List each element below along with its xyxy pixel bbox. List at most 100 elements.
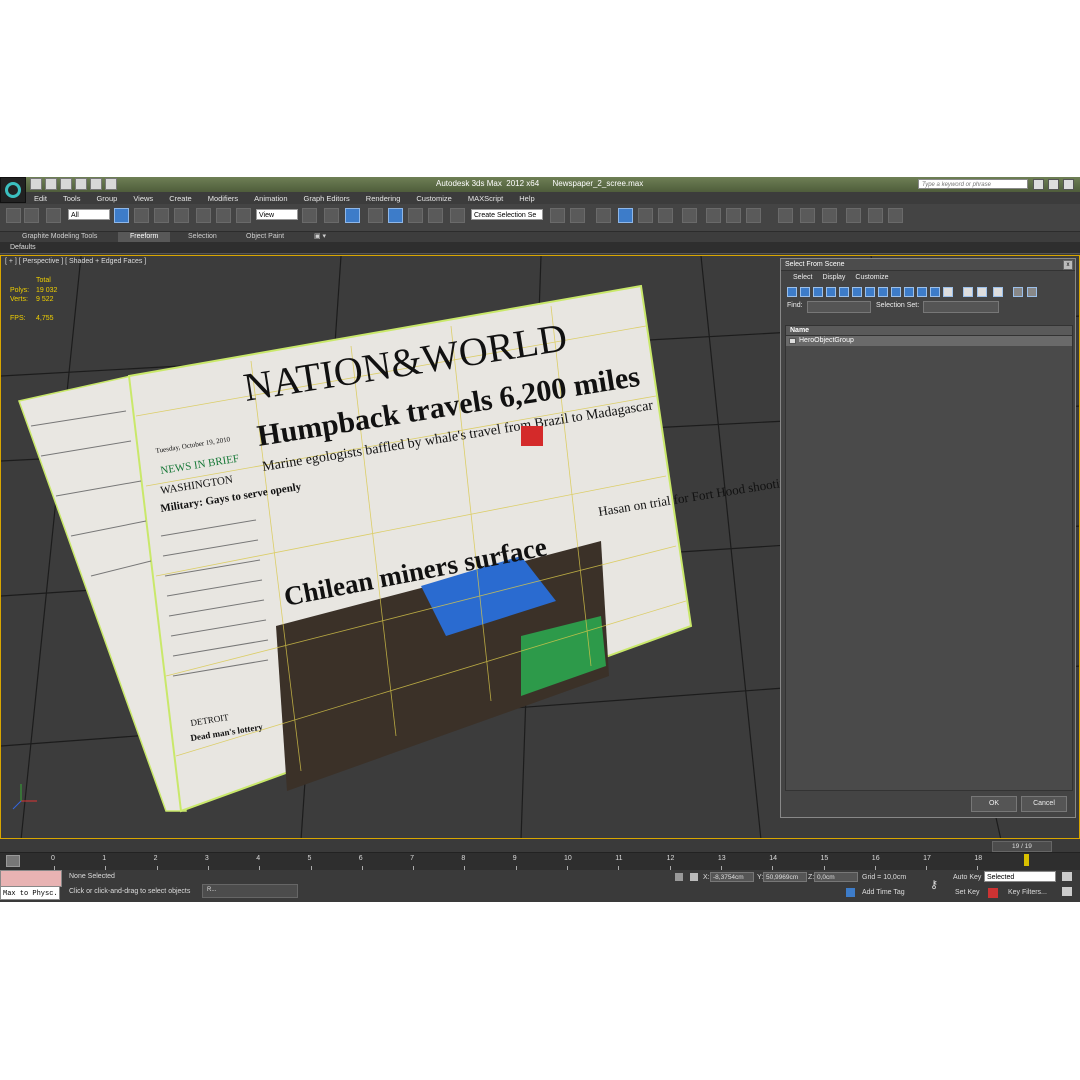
display-helpers-icon[interactable] bbox=[839, 287, 849, 297]
tab-freeform[interactable]: Freeform bbox=[118, 232, 171, 242]
app-logo-button[interactable] bbox=[0, 177, 26, 203]
z-coordinate[interactable]: 0,0cm bbox=[814, 872, 858, 882]
key-mode-dropdown[interactable]: Selected bbox=[984, 871, 1056, 882]
tab-graphite-modeling-tools[interactable]: Graphite Modeling Tools bbox=[22, 232, 97, 242]
display-none-icon[interactable] bbox=[963, 287, 973, 297]
select-object-icon[interactable] bbox=[114, 208, 129, 223]
display-lights-icon[interactable] bbox=[813, 287, 823, 297]
time-marker[interactable] bbox=[1024, 854, 1029, 866]
edit-named-selection-icon[interactable] bbox=[450, 208, 465, 223]
display-shapes-icon[interactable] bbox=[800, 287, 810, 297]
bracket-tool-1-icon[interactable] bbox=[846, 208, 861, 223]
tab-selection[interactable]: Selection bbox=[188, 232, 217, 242]
display-geometry-icon[interactable] bbox=[787, 287, 797, 297]
render-setup-icon[interactable] bbox=[706, 208, 721, 223]
ribbon-options-icon[interactable]: ▣ ▾ bbox=[314, 232, 326, 242]
undo-icon[interactable] bbox=[75, 178, 87, 190]
ok-button[interactable]: OK bbox=[971, 796, 1017, 812]
scene-object-list[interactable]: Name HeroObjectGroup bbox=[785, 325, 1073, 791]
menu-tools[interactable]: Tools bbox=[55, 192, 89, 204]
percent-snap-icon[interactable] bbox=[408, 208, 423, 223]
viewport-label[interactable]: [ + ] [ Perspective ] [ Shaded + Edged F… bbox=[5, 258, 146, 265]
display-all-icon[interactable] bbox=[943, 287, 953, 297]
container-icon[interactable] bbox=[778, 208, 793, 223]
objects-icon[interactable] bbox=[800, 208, 815, 223]
bracket-tool-3-icon[interactable] bbox=[888, 208, 903, 223]
close-icon[interactable]: x bbox=[1063, 260, 1073, 270]
set-key-button[interactable]: Set Key bbox=[955, 889, 980, 896]
cancel-button[interactable]: Cancel bbox=[1021, 796, 1067, 812]
shapes-icon[interactable] bbox=[822, 208, 837, 223]
schematic-view-icon[interactable] bbox=[658, 208, 673, 223]
star-icon[interactable] bbox=[1048, 179, 1059, 190]
move-icon[interactable] bbox=[196, 208, 211, 223]
select-by-name-icon[interactable] bbox=[134, 208, 149, 223]
display-groups-icon[interactable] bbox=[865, 287, 875, 297]
select-and-manipulate-icon[interactable] bbox=[324, 208, 339, 223]
time-tag-icon[interactable] bbox=[846, 888, 855, 897]
menu-edit[interactable]: Edit bbox=[26, 192, 55, 204]
menu-rendering[interactable]: Rendering bbox=[358, 192, 409, 204]
display-frozen-icon[interactable] bbox=[917, 287, 927, 297]
menu-animation[interactable]: Animation bbox=[246, 192, 295, 204]
snaps-toggle-icon[interactable] bbox=[368, 208, 383, 223]
binoculars-icon[interactable] bbox=[1033, 179, 1044, 190]
y-coordinate[interactable]: 50,9969cm bbox=[763, 872, 807, 882]
key-filters-button[interactable]: Key Filters... bbox=[1008, 889, 1047, 896]
display-bones-icon[interactable] bbox=[891, 287, 901, 297]
mirror-icon[interactable] bbox=[550, 208, 565, 223]
lock-icon[interactable] bbox=[675, 873, 683, 881]
save-file-icon[interactable] bbox=[60, 178, 72, 190]
key-icon[interactable]: ⚷ bbox=[930, 878, 938, 891]
menu-graph-editors[interactable]: Graph Editors bbox=[296, 192, 358, 204]
reference-coordinate-dropdown[interactable]: View bbox=[256, 209, 298, 220]
previous-frame-icon[interactable] bbox=[1062, 887, 1072, 896]
display-xrefs-icon[interactable] bbox=[878, 287, 888, 297]
rendered-frame-window-icon[interactable] bbox=[726, 208, 741, 223]
menu-customize[interactable]: Customize bbox=[408, 192, 459, 204]
redo-icon[interactable] bbox=[90, 178, 102, 190]
list-item[interactable]: HeroObjectGroup bbox=[786, 336, 1072, 346]
display-spacewarps-icon[interactable] bbox=[852, 287, 862, 297]
add-time-tag[interactable]: Add Time Tag bbox=[862, 889, 905, 896]
menu-help[interactable]: Help bbox=[511, 192, 542, 204]
layer-manager-icon[interactable] bbox=[596, 208, 611, 223]
go-to-start-icon[interactable] bbox=[1062, 872, 1072, 881]
render-production-icon[interactable] bbox=[746, 208, 761, 223]
display-cameras-icon[interactable] bbox=[826, 287, 836, 297]
spinner-snap-icon[interactable] bbox=[428, 208, 443, 223]
menu-modifiers[interactable]: Modifiers bbox=[200, 192, 246, 204]
menu-group[interactable]: Group bbox=[88, 192, 125, 204]
menu-maxscript[interactable]: MAXScript bbox=[460, 192, 511, 204]
absolute-mode-icon[interactable] bbox=[690, 873, 698, 881]
tab-object-paint[interactable]: Object Paint bbox=[246, 232, 284, 242]
set-key-icon[interactable] bbox=[988, 888, 998, 898]
menu-views[interactable]: Views bbox=[125, 192, 161, 204]
open-file-icon[interactable] bbox=[45, 178, 57, 190]
dialog-menu-customize[interactable]: Customize bbox=[855, 271, 888, 285]
filter-options-icon[interactable] bbox=[1027, 287, 1037, 297]
search-input[interactable]: Type a keyword or phrase bbox=[918, 179, 1028, 189]
new-file-icon[interactable] bbox=[30, 178, 42, 190]
help-icon[interactable] bbox=[1063, 179, 1074, 190]
unlink-icon[interactable] bbox=[24, 208, 39, 223]
dialog-menu-display[interactable]: Display bbox=[822, 271, 845, 285]
rotate-icon[interactable] bbox=[216, 208, 231, 223]
auto-key-button[interactable]: Auto Key bbox=[953, 874, 981, 881]
maxscript-mini-listener[interactable]: Max to Physc. bbox=[0, 886, 60, 900]
window-crossing-icon[interactable] bbox=[174, 208, 189, 223]
display-containers-icon[interactable] bbox=[904, 287, 914, 297]
display-invert-icon[interactable] bbox=[977, 287, 987, 297]
menu-create[interactable]: Create bbox=[161, 192, 200, 204]
filter-icon[interactable] bbox=[1013, 287, 1023, 297]
named-selection-set-dropdown[interactable]: Create Selection Se bbox=[471, 209, 543, 220]
project-folder-icon[interactable] bbox=[105, 178, 117, 190]
rectangular-selection-icon[interactable] bbox=[154, 208, 169, 223]
script-window-tab[interactable]: R... bbox=[202, 884, 298, 898]
graphite-toggle-icon[interactable] bbox=[618, 208, 633, 223]
display-hidden-icon[interactable] bbox=[930, 287, 940, 297]
link-icon[interactable] bbox=[6, 208, 21, 223]
scale-icon[interactable] bbox=[236, 208, 251, 223]
name-column-header[interactable]: Name bbox=[786, 326, 1072, 336]
align-icon[interactable] bbox=[570, 208, 585, 223]
